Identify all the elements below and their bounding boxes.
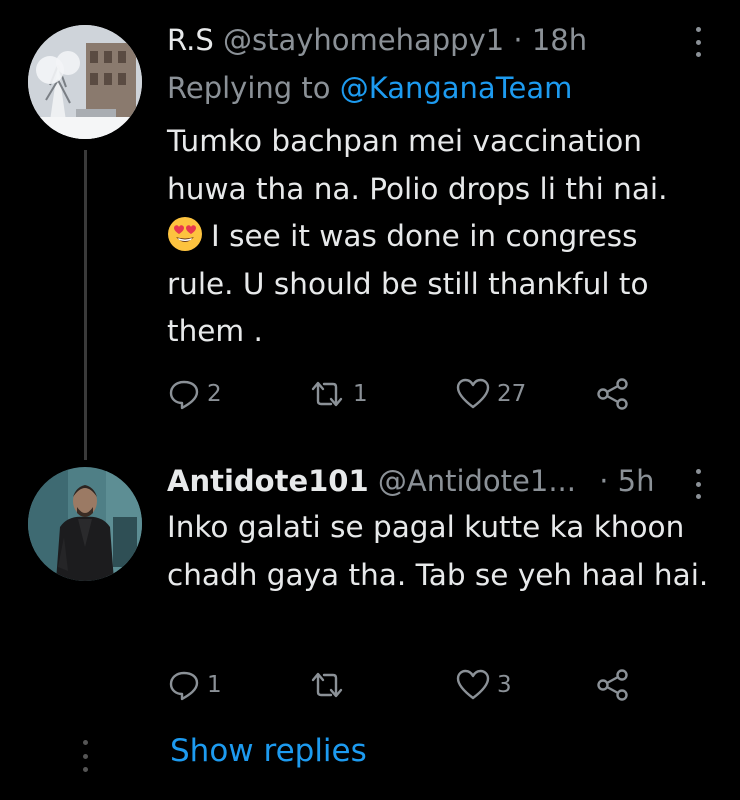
separator-dot: · xyxy=(513,23,523,57)
retweet-icon xyxy=(311,381,343,407)
reply-button[interactable]: 2 xyxy=(167,377,222,411)
tweet-text-part: I see it was done in congress rule. U sh… xyxy=(167,219,649,348)
heart-eyes-emoji-icon xyxy=(168,217,202,251)
like-button[interactable]: 3 xyxy=(455,668,512,702)
tweet-header: R.S @stayhomehappy1 · 18h xyxy=(167,22,680,58)
thread-dotted-indicator xyxy=(82,740,88,772)
tweet[interactable]: R.S @stayhomehappy1 · 18h Replying to @K… xyxy=(0,0,740,440)
replying-to-label: Replying to xyxy=(167,71,331,105)
heart-icon xyxy=(456,669,490,700)
like-button[interactable]: 27 xyxy=(455,377,526,411)
share-button[interactable] xyxy=(595,377,631,411)
share-icon xyxy=(597,378,628,410)
share-icon xyxy=(597,669,628,701)
tweet-text: Tumko bachpan mei vaccination huwa tha n… xyxy=(167,118,712,356)
timestamp[interactable]: 5h xyxy=(618,464,655,498)
like-count: 27 xyxy=(497,381,527,407)
retweet-count: 1 xyxy=(353,381,368,407)
reply-icon xyxy=(169,380,199,410)
avatar[interactable] xyxy=(28,25,142,139)
tweet-actions: 1 3 xyxy=(167,668,647,708)
user-handle[interactable]: @stayhomehappy1 xyxy=(223,23,504,57)
heart-icon xyxy=(456,378,490,409)
reply-count: 1 xyxy=(207,672,222,698)
more-options-icon[interactable] xyxy=(688,27,708,57)
like-count: 3 xyxy=(497,672,512,698)
reply-icon xyxy=(169,671,199,701)
separator-dot: · xyxy=(599,464,609,498)
timestamp[interactable]: 18h xyxy=(532,23,587,57)
tweet-actions: 2 1 27 xyxy=(167,377,647,417)
share-button[interactable] xyxy=(595,668,631,702)
retweet-button[interactable] xyxy=(307,668,353,702)
user-handle[interactable]: @Antidote1... xyxy=(378,464,576,498)
more-options-icon[interactable] xyxy=(688,469,708,499)
tweet-text: Inko galati se pagal kutte ka khoon chad… xyxy=(167,510,709,592)
tweet-text-part: Tumko bachpan mei vaccination huwa tha n… xyxy=(167,124,668,206)
avatar-man-leather-jacket-image xyxy=(28,467,142,581)
reply-count: 2 xyxy=(207,381,222,407)
reply-button[interactable]: 1 xyxy=(167,668,222,702)
mention-link[interactable]: @KanganaTeam xyxy=(340,71,573,105)
display-name[interactable]: R.S xyxy=(167,23,214,57)
tweet-header: Antidote101 @Antidote1... · 5h xyxy=(167,463,680,499)
retweet-icon xyxy=(311,672,343,698)
retweet-button[interactable]: 1 xyxy=(307,377,368,411)
display-name[interactable]: Antidote101 xyxy=(167,464,369,498)
show-replies-link[interactable]: Show replies xyxy=(170,733,367,769)
avatar-snowy-street-image xyxy=(28,25,142,139)
replying-to-line: Replying to @KanganaTeam xyxy=(167,70,572,106)
tweet[interactable]: Antidote101 @Antidote1... · 5h Inko gala… xyxy=(0,440,740,720)
avatar[interactable] xyxy=(28,467,142,581)
